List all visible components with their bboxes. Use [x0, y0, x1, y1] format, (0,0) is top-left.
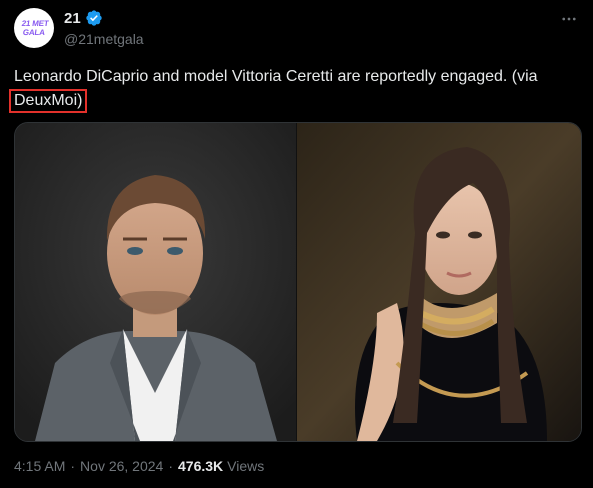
tweet-date[interactable]: Nov 26, 2024 — [80, 458, 163, 474]
more-options-button[interactable] — [559, 9, 579, 29]
views-label[interactable]: Views — [227, 458, 264, 474]
views-count[interactable]: 476.3K — [178, 458, 223, 474]
tweet-media[interactable] — [14, 122, 582, 442]
avatar-logo: 21 MET GALA — [20, 18, 49, 37]
avatar[interactable]: 21 MET GALA — [14, 8, 54, 48]
meta-separator: · — [70, 458, 76, 474]
avatar-logo-line2: GALA — [21, 27, 46, 37]
tweet-meta: 4:15 AM · Nov 26, 2024 · 476.3K Views — [14, 458, 264, 474]
author-display-name[interactable]: 21 — [64, 10, 81, 27]
highlighted-text: DeuxMoi) — [9, 89, 88, 113]
more-horizontal-icon — [562, 17, 576, 21]
tweet-time[interactable]: 4:15 AM — [14, 458, 65, 474]
portrait-man-image — [15, 123, 296, 441]
author-handle[interactable]: @21metgala — [64, 31, 144, 47]
media-image-right[interactable] — [297, 123, 581, 441]
tweet-text: Leonardo DiCaprio and model Vittoria Cer… — [9, 65, 579, 113]
tweet-text-main: Leonardo DiCaprio and model Vittoria Cer… — [14, 68, 538, 85]
tweet-card[interactable]: 21 MET GALA 21 @21metgala Leonardo DiCap… — [0, 0, 593, 488]
author-name-row[interactable]: 21 — [64, 9, 103, 27]
portrait-woman-image — [297, 123, 581, 441]
verified-badge-icon — [86, 10, 102, 26]
media-image-left[interactable] — [15, 123, 296, 441]
meta-separator: · — [168, 458, 174, 474]
avatar-logo-line1: 21 MET — [20, 18, 49, 28]
